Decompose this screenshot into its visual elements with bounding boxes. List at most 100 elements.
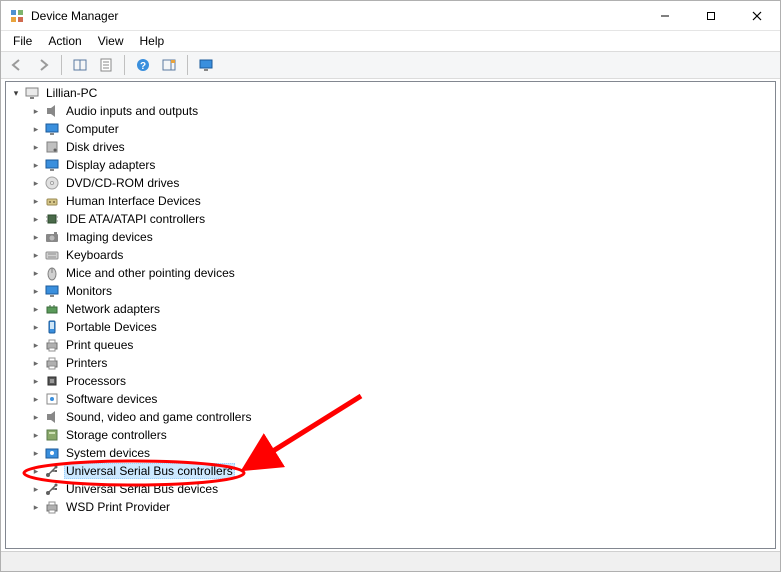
printer-icon [44,355,60,371]
statusbar [1,551,780,571]
tree-category[interactable]: Universal Serial Bus controllers [6,462,775,480]
keyboard-icon [44,247,60,263]
tree-category[interactable]: Display adapters [6,156,775,174]
forward-button[interactable] [31,53,55,77]
expander-icon[interactable] [30,321,42,333]
tree-category-label: IDE ATA/ATAPI controllers [64,211,207,227]
mouse-icon [44,265,60,281]
tree-category[interactable]: Sound, video and game controllers [6,408,775,426]
expander-icon[interactable] [30,105,42,117]
toolbar-separator [124,55,125,75]
expander-icon[interactable] [30,303,42,315]
expander-icon[interactable] [30,141,42,153]
chip-icon [44,211,60,227]
window-controls [642,1,780,30]
expander-icon[interactable] [30,231,42,243]
tree-category[interactable]: WSD Print Provider [6,498,775,516]
tree-category[interactable]: Monitors [6,282,775,300]
tree-category-label: Print queues [64,337,135,353]
app-icon [9,8,25,24]
action-pane-button[interactable] [157,53,181,77]
monitor-icon [44,283,60,299]
svg-text:?: ? [140,61,146,72]
expander-icon[interactable] [30,249,42,261]
expander-icon[interactable] [30,123,42,135]
tree-category[interactable]: Printers [6,354,775,372]
expander-icon[interactable] [30,195,42,207]
tree-category[interactable]: Disk drives [6,138,775,156]
tree-category[interactable]: Keyboards [6,246,775,264]
tree-category[interactable]: Software devices [6,390,775,408]
usb-icon [44,463,60,479]
device-tree[interactable]: Lillian-PC Audio inputs and outputsCompu… [5,81,776,549]
toolbar-separator [187,55,188,75]
tree-category[interactable]: System devices [6,444,775,462]
tree-category[interactable]: Network adapters [6,300,775,318]
usb-icon [44,481,60,497]
tree-category[interactable]: Audio inputs and outputs [6,102,775,120]
expander-icon[interactable] [30,447,42,459]
tree-category[interactable]: DVD/CD-ROM drives [6,174,775,192]
menu-help[interactable]: Help [132,32,173,50]
cpu-icon [44,373,60,389]
expander-icon[interactable] [30,177,42,189]
expander-icon[interactable] [30,267,42,279]
expander-icon[interactable] [30,375,42,387]
maximize-button[interactable] [688,1,734,30]
menubar: File Action View Help [1,31,780,51]
expander-icon[interactable] [30,501,42,513]
tree-category-label: Storage controllers [64,427,169,443]
tree-category[interactable]: Print queues [6,336,775,354]
tree-category[interactable]: Portable Devices [6,318,775,336]
monitor-icon [44,121,60,137]
expander-icon[interactable] [30,339,42,351]
expander-icon[interactable] [30,429,42,441]
expander-icon[interactable] [30,411,42,423]
tree-root[interactable]: Lillian-PC [6,84,775,102]
tree-category[interactable]: Universal Serial Bus devices [6,480,775,498]
tree-category[interactable]: Mice and other pointing devices [6,264,775,282]
speaker-icon [44,103,60,119]
expander-icon[interactable] [10,87,22,99]
tree-category-label: Sound, video and game controllers [64,409,253,425]
minimize-button[interactable] [642,1,688,30]
system-icon [44,445,60,461]
disk-icon [44,139,60,155]
tree-category-label: Keyboards [64,247,125,263]
portable-icon [44,319,60,335]
scan-hardware-button[interactable] [194,53,218,77]
expander-icon[interactable] [30,159,42,171]
menu-file[interactable]: File [5,32,40,50]
tree-category[interactable]: Imaging devices [6,228,775,246]
tree-category[interactable]: IDE ATA/ATAPI controllers [6,210,775,228]
tree-category-label: Display adapters [64,157,157,173]
toolbar-separator [61,55,62,75]
expander-icon[interactable] [30,393,42,405]
expander-icon[interactable] [30,465,42,477]
help-button[interactable]: ? [131,53,155,77]
tree-category-label: Network adapters [64,301,162,317]
menu-action[interactable]: Action [40,32,89,50]
tree-category-label: WSD Print Provider [64,499,172,515]
back-button[interactable] [5,53,29,77]
expander-icon[interactable] [30,483,42,495]
close-button[interactable] [734,1,780,30]
menu-view[interactable]: View [90,32,132,50]
tree-category[interactable]: Computer [6,120,775,138]
printer-icon [44,337,60,353]
expander-icon[interactable] [30,285,42,297]
expander-icon[interactable] [30,357,42,369]
tree-category[interactable]: Human Interface Devices [6,192,775,210]
tree-category-label: DVD/CD-ROM drives [64,175,181,191]
network-icon [44,301,60,317]
details-pane-button[interactable] [68,53,92,77]
storage-icon [44,427,60,443]
expander-icon[interactable] [30,213,42,225]
tree-category[interactable]: Storage controllers [6,426,775,444]
tree-category[interactable]: Processors [6,372,775,390]
toolbar: ? [1,51,780,79]
tree-category-label: Software devices [64,391,159,407]
computer-icon [24,85,40,101]
properties-button[interactable] [94,53,118,77]
hid-icon [44,193,60,209]
